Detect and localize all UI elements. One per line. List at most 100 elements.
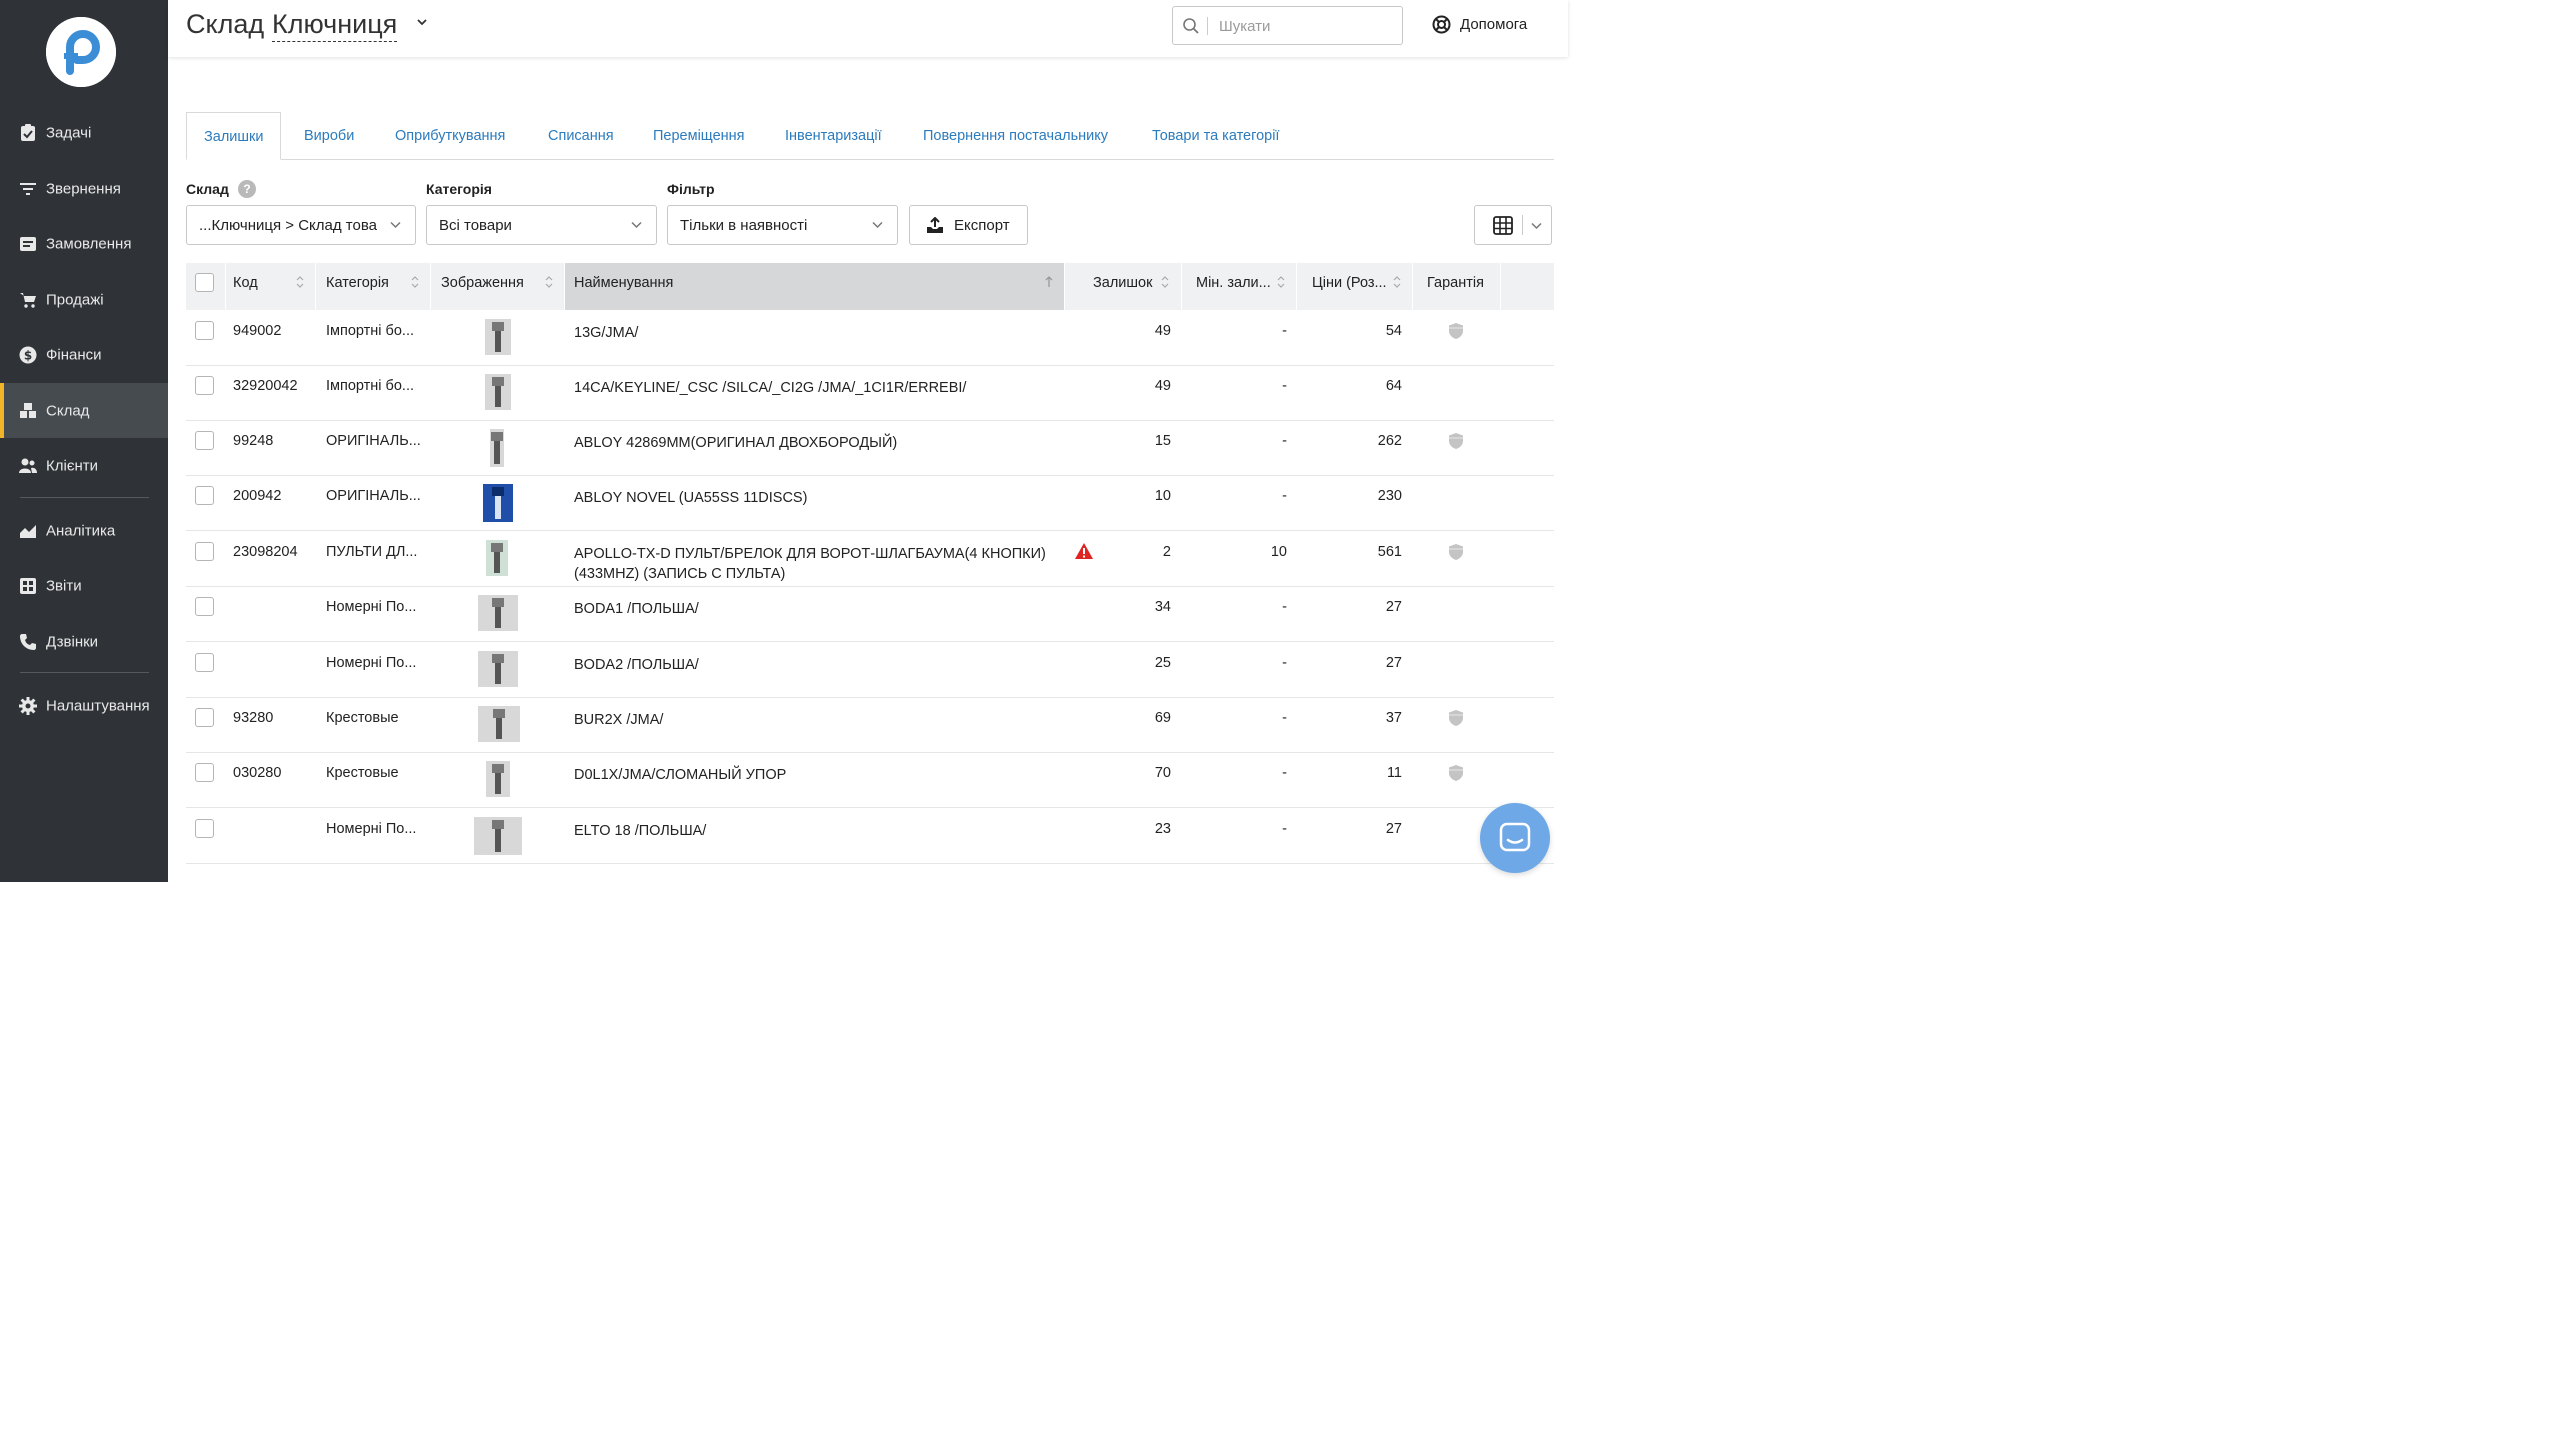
product-name-link[interactable]: APOLLO-TX-D ПУЛЬТ/БРЕЛОК ДЛЯ ВОРОТ-ШЛАГБ…: [574, 544, 1054, 584]
product-name-link[interactable]: ABLOY 42869MM(ОРИГИНАЛ ДВОХБОРОДЫЙ): [574, 433, 1054, 453]
export-button[interactable]: Експорт: [909, 205, 1028, 245]
category-cell: Крестовые: [326, 710, 399, 726]
column-header-code[interactable]: Код: [226, 263, 316, 310]
tab-receipts[interactable]: Оприбуткування: [395, 112, 505, 160]
warehouse-select[interactable]: ...Ключниця > Склад това: [186, 205, 416, 245]
product-name-link[interactable]: BODA1 /ПОЛЬША/: [574, 599, 1054, 619]
chevron-down-icon[interactable]: [416, 16, 428, 28]
tab-inventories[interactable]: Інвентаризації: [785, 112, 882, 160]
sidebar-item-analytics[interactable]: Аналітика: [0, 503, 168, 558]
search-box[interactable]: [1172, 6, 1403, 45]
min-stock-cell: 10: [1270, 544, 1287, 560]
product-name-link[interactable]: ABLOY NOVEL (UA55SS 11DISCS): [574, 488, 1054, 508]
order-list-icon: [20, 236, 36, 251]
tab-goods-categories[interactable]: Товари та категорії: [1152, 112, 1279, 160]
row-checkbox[interactable]: [195, 431, 214, 450]
stock-cell: 49: [1154, 323, 1171, 339]
column-label: Категорія: [326, 275, 389, 291]
table-row[interactable]: 93280 Крестовые BUR2X /JMA/69 - 37: [186, 698, 1554, 753]
product-thumbnail: [474, 817, 522, 855]
column-header-warranty[interactable]: Гарантія: [1413, 263, 1501, 310]
min-stock-cell: -: [1282, 765, 1287, 781]
sidebar-divider: [20, 672, 149, 673]
warehouse-switcher[interactable]: Ключниця: [272, 9, 398, 42]
row-checkbox[interactable]: [195, 486, 214, 505]
product-name-link[interactable]: D0L1X/JMA/СЛОМАНЫЙ УПОР: [574, 765, 1054, 785]
code-cell: 23098204: [233, 544, 298, 560]
column-header-price[interactable]: Ціни (Роз...: [1297, 263, 1413, 310]
table-row[interactable]: Номерні По... BODA1 /ПОЛЬША/34 - 27: [186, 587, 1554, 642]
product-name-link[interactable]: ELTO 18 /ПОЛЬША/: [574, 821, 1054, 841]
table-grid-icon: [1493, 216, 1513, 235]
tab-products[interactable]: Вироби: [304, 112, 354, 160]
tab-stock[interactable]: Залишки: [186, 112, 282, 160]
row-checkbox[interactable]: [195, 597, 214, 616]
product-name-link[interactable]: BUR2X /JMA/: [574, 710, 1054, 730]
sidebar-item-sales[interactable]: Продажі: [0, 272, 168, 327]
table-row[interactable]: 32920042 Імпортні бо... 14CA/KEYLINE/_CSC …: [186, 366, 1554, 421]
product-name-link[interactable]: 14CA/KEYLINE/_CSC /SILCA/_CI2G /JMA/_1CI…: [574, 378, 1054, 398]
product-thumbnail: [486, 761, 510, 797]
column-header-name[interactable]: Найменування: [565, 263, 1065, 310]
product-thumbnail: [478, 595, 518, 631]
sidebar-item-settings[interactable]: Налаштування: [0, 678, 168, 733]
sidebar-item-requests[interactable]: Звернення: [0, 161, 168, 216]
warranty-shield-icon: [1449, 433, 1463, 449]
row-checkbox[interactable]: [195, 653, 214, 672]
table-row[interactable]: 99248 ОРИГІНАЛЬ... ABLOY 42869MM(ОРИГИНАЛ …: [186, 421, 1554, 476]
select-all-checkbox[interactable]: [195, 273, 214, 292]
sidebar-item-warehouse[interactable]: Склад: [0, 383, 168, 438]
chevron-down-icon: [1531, 222, 1542, 230]
boxes-icon: [20, 402, 36, 418]
help-link[interactable]: Допомога: [1432, 15, 1527, 34]
help-question-icon[interactable]: ?: [238, 180, 256, 198]
chevron-down-icon: [631, 221, 642, 229]
table-row[interactable]: 200942 ОРИГІНАЛЬ... ABLOY NOVEL (UA55SS 11…: [186, 476, 1554, 531]
sidebar-item-tasks[interactable]: Задачі: [0, 105, 168, 160]
column-header-category[interactable]: Категорія: [316, 263, 431, 310]
sidebar-item-orders[interactable]: Замовлення: [0, 216, 168, 271]
sidebar-item-label: Клієнти: [46, 457, 99, 474]
row-checkbox[interactable]: [195, 708, 214, 727]
row-checkbox[interactable]: [195, 376, 214, 395]
availability-filter-select[interactable]: Тільки в наявності: [667, 205, 898, 245]
chat-launcher-button[interactable]: [1480, 803, 1550, 873]
sort-ascending-icon: [1045, 276, 1053, 287]
column-header-min-stock[interactable]: Мін. зали...: [1182, 263, 1297, 310]
dollar-coin-icon: $: [19, 346, 37, 363]
tab-transfers[interactable]: Переміщення: [653, 112, 745, 160]
row-checkbox[interactable]: [195, 321, 214, 340]
category-select[interactable]: Всі товари: [426, 205, 657, 245]
category-cell: ПУЛЬТИ ДЛ...: [326, 544, 418, 560]
sidebar-item-reports[interactable]: Звіти: [0, 558, 168, 613]
search-input[interactable]: [1219, 15, 1394, 37]
category-cell: ОРИГІНАЛЬ...: [326, 433, 421, 449]
product-thumbnail: [478, 706, 520, 742]
product-name-link[interactable]: BODA2 /ПОЛЬША/: [574, 655, 1054, 675]
row-checkbox[interactable]: [195, 819, 214, 838]
row-checkbox[interactable]: [195, 763, 214, 782]
table-row[interactable]: Номерні По... BODA2 /ПОЛЬША/25 - 27: [186, 643, 1554, 698]
sidebar-item-finance[interactable]: $ Фінанси: [0, 327, 168, 382]
sort-icon: [296, 276, 304, 288]
sidebar-item-label: Налаштування: [46, 697, 150, 714]
sidebar-item-calls[interactable]: Дзвінки: [0, 614, 168, 669]
sort-icon: [1277, 276, 1285, 288]
table-row[interactable]: 23098204 ПУЛЬТИ ДЛ... APOLLO-TX-D ПУЛЬТ/БР…: [186, 532, 1554, 587]
tab-write-offs[interactable]: Списання: [548, 112, 614, 160]
sort-icon: [1393, 276, 1401, 288]
column-header-stock[interactable]: Залишок: [1065, 263, 1182, 310]
sidebar-item-clients[interactable]: Клієнти: [0, 438, 168, 493]
app-logo[interactable]: [46, 17, 116, 87]
sort-icon: [1161, 276, 1169, 288]
product-thumbnail: [490, 429, 504, 467]
table-row[interactable]: 030280 Крестовые D0L1X/JMA/СЛОМАНЫЙ УПОР 70…: [186, 753, 1554, 808]
sort-icon: [545, 276, 553, 288]
tab-supplier-returns[interactable]: Повернення постачальнику: [923, 112, 1108, 160]
column-header-image[interactable]: Зображення: [431, 263, 565, 310]
row-checkbox[interactable]: [195, 542, 214, 561]
columns-settings-button[interactable]: [1474, 205, 1552, 245]
product-name-link[interactable]: 13G/JMA/: [574, 323, 1054, 343]
table-row[interactable]: 949002 Імпортні бо... 13G/JMA/49 - 54: [186, 311, 1554, 366]
table-row[interactable]: Номерні По... ELTO 18 /ПОЛЬША/23 - 27: [186, 809, 1554, 864]
